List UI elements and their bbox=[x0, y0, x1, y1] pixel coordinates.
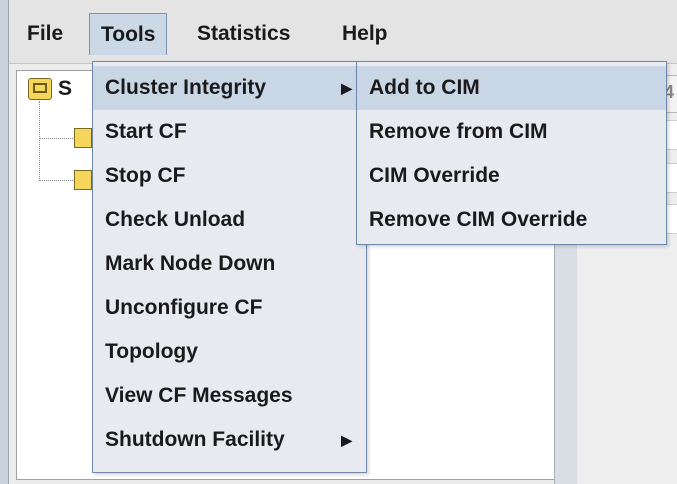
menu-item-shutdown-facility[interactable]: Shutdown Facility ▶ bbox=[93, 418, 366, 462]
menu-item-remove-cim-override[interactable]: Remove CIM Override bbox=[357, 198, 666, 242]
menu-file[interactable]: File bbox=[16, 13, 74, 55]
menu-item-cim-override[interactable]: CIM Override bbox=[357, 154, 666, 198]
tree-root-label[interactable]: S bbox=[58, 77, 72, 101]
tree-connector bbox=[39, 138, 73, 140]
window-left-edge bbox=[0, 0, 9, 484]
cluster-icon[interactable] bbox=[28, 78, 52, 100]
menu-item-mark-node-down[interactable]: Mark Node Down bbox=[93, 242, 366, 286]
menu-help[interactable]: Help bbox=[331, 13, 399, 55]
cluster-integrity-submenu: Add to CIM Remove from CIM CIM Override … bbox=[356, 61, 667, 245]
menu-item-remove-from-cim[interactable]: Remove from CIM bbox=[357, 110, 666, 154]
node-icon[interactable] bbox=[74, 128, 92, 148]
menu-item-check-unload[interactable]: Check Unload bbox=[93, 198, 366, 242]
tools-menu-dropdown: Cluster Integrity ▶ Start CF Stop CF Che… bbox=[92, 61, 367, 473]
menu-item-stop-cf[interactable]: Stop CF bbox=[93, 154, 366, 198]
menu-item-label: Cluster Integrity bbox=[105, 76, 267, 99]
menu-tools[interactable]: Tools bbox=[89, 13, 168, 55]
submenu-arrow-icon: ▶ bbox=[341, 80, 352, 96]
menu-item-cluster-integrity[interactable]: Cluster Integrity ▶ bbox=[93, 66, 366, 110]
menu-statistics[interactable]: Statistics bbox=[186, 13, 301, 55]
menu-item-unconfigure-cf[interactable]: Unconfigure CF bbox=[93, 286, 366, 330]
menu-bar: File Tools Statistics Help bbox=[9, 0, 677, 64]
submenu-arrow-icon: ▶ bbox=[341, 432, 352, 448]
tree-connector bbox=[39, 180, 73, 182]
menu-item-topology[interactable]: Topology bbox=[93, 330, 366, 374]
menu-item-start-cf[interactable]: Start CF bbox=[93, 110, 366, 154]
menu-item-view-cf-messages[interactable]: View CF Messages bbox=[93, 374, 366, 418]
tree-connector bbox=[39, 101, 41, 181]
menu-item-label: Shutdown Facility bbox=[105, 428, 285, 451]
node-icon[interactable] bbox=[74, 170, 92, 190]
menu-item-add-to-cim[interactable]: Add to CIM bbox=[357, 66, 666, 110]
